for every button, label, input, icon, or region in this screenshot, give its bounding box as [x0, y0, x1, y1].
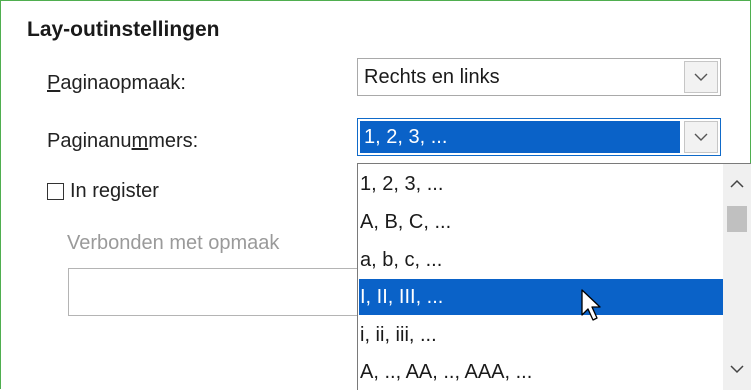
- page-layout-select[interactable]: Rechts en links: [357, 58, 721, 96]
- linked-style-field: [68, 268, 368, 316]
- section-title: Lay-outinstellingen: [27, 18, 220, 41]
- page-layout-label: Paginaopmaak:: [47, 72, 186, 94]
- chevron-up-icon: [730, 179, 744, 188]
- page-numbers-select[interactable]: 1, 2, 3, ...: [357, 118, 721, 156]
- in-register-label: In register: [70, 180, 159, 202]
- page-numbers-label: Paginanummers:: [47, 130, 199, 152]
- chevron-down-icon: [694, 73, 708, 81]
- scroll-down-button[interactable]: [723, 354, 751, 384]
- arrow-cursor-icon: [581, 289, 601, 321]
- list-item[interactable]: A, B, C, ...: [359, 204, 723, 240]
- linked-style-label: Verbonden met opmaak: [67, 232, 280, 254]
- page-layout-value: Rechts en links: [364, 66, 500, 88]
- in-register-row[interactable]: In register: [47, 180, 159, 203]
- page-layout-dropdown-button[interactable]: [684, 61, 718, 93]
- chevron-down-icon: [694, 133, 708, 141]
- list-item[interactable]: A, .., AA, .., AAA, ...: [359, 354, 723, 390]
- list-item[interactable]: 1, 2, 3, ...: [359, 166, 723, 202]
- scroll-up-button[interactable]: [723, 168, 751, 198]
- chevron-down-icon: [730, 364, 744, 373]
- list-item[interactable]: i, ii, iii, ...: [359, 317, 723, 353]
- dropdown-scrollbar[interactable]: [723, 164, 751, 390]
- page-numbers-dropdown-list[interactable]: 1, 2, 3, ... A, B, C, ... a, b, c, ... I…: [357, 163, 751, 390]
- page-numbers-value: 1, 2, 3, ...: [360, 121, 680, 153]
- list-item-highlighted[interactable]: I, II, III, ...: [359, 279, 723, 315]
- scroll-thumb[interactable]: [727, 206, 747, 232]
- list-item[interactable]: a, b, c, ...: [359, 242, 723, 278]
- page-numbers-dropdown-button[interactable]: [684, 121, 718, 153]
- in-register-checkbox[interactable]: [47, 183, 64, 200]
